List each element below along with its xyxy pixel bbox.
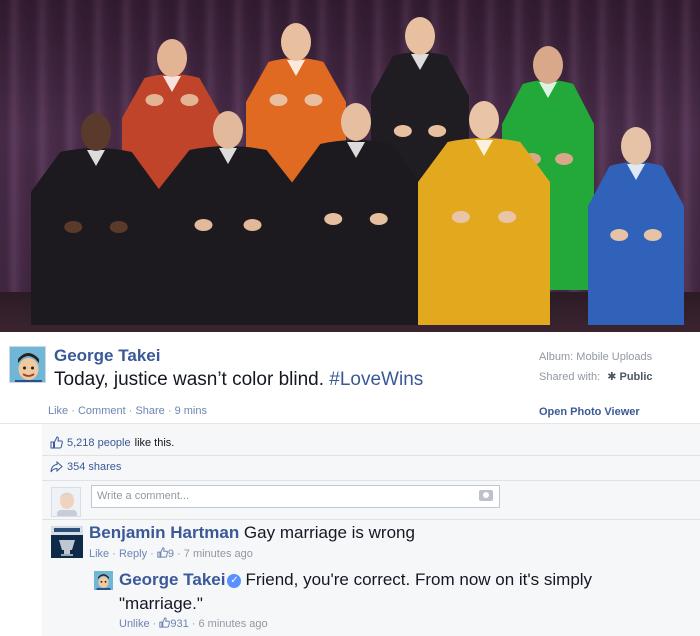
justice-robe <box>588 162 684 325</box>
justice-face <box>533 46 563 84</box>
like-link[interactable]: Like <box>48 405 68 417</box>
comment-reply-link[interactable]: Reply <box>119 548 147 560</box>
shares-row: 354 shares <box>50 461 121 473</box>
justice-hand <box>194 219 213 231</box>
divider <box>42 480 700 481</box>
justice-hand <box>428 125 447 137</box>
justice-robe <box>31 148 161 325</box>
divider <box>42 519 700 520</box>
poster-avatar[interactable] <box>9 346 46 383</box>
reply-unlike-link[interactable]: Unlike <box>119 618 150 630</box>
comment-placeholder: Write a comment... <box>97 490 190 502</box>
post-photo[interactable] <box>0 0 700 332</box>
comment-like-count[interactable]: 9 <box>168 548 174 560</box>
post-meta: Album: Mobile Uploads Shared with: ✱ Pub… <box>539 347 653 387</box>
comment-text: Gay marriage is wrong <box>239 523 415 542</box>
thumbs-up-icon <box>50 436 63 449</box>
team-logo-icon <box>51 526 83 558</box>
likes-count-link[interactable]: 5,218 people <box>67 437 131 449</box>
justice-face <box>281 23 311 61</box>
justice-hand <box>369 213 388 225</box>
reply-like-count[interactable]: 931 <box>170 618 188 630</box>
justice-hand <box>304 94 323 106</box>
divider <box>42 455 700 456</box>
reply-actions: Unlike · 931 · 6 minutes ago <box>119 617 268 630</box>
justice-face <box>157 39 187 77</box>
reply-timestamp[interactable]: 6 minutes ago <box>199 618 268 630</box>
justice-face <box>81 113 111 151</box>
comment-input[interactable]: Write a comment... <box>91 485 500 508</box>
separator-dot: · <box>68 405 78 417</box>
shared-with-label: Shared with: <box>539 371 601 383</box>
gear-icon: ✱ <box>607 371 617 383</box>
poster-name[interactable]: George Takei <box>54 346 160 366</box>
justice-robe <box>291 140 421 325</box>
justice-hand <box>64 221 83 233</box>
justice-hand <box>269 94 288 106</box>
comment-1-actions: Like · Reply · 9 · 7 minutes ago <box>89 547 253 560</box>
user-photo <box>52 488 80 516</box>
justice-hand <box>180 94 199 106</box>
justice-face <box>213 111 243 149</box>
thumbs-up-icon <box>157 547 168 558</box>
justice-robe <box>418 138 550 325</box>
reply-comment: George Takei ✓ Friend, you're correct. Fro… <box>119 568 679 616</box>
comment-link[interactable]: Comment <box>78 405 126 417</box>
justice-hand <box>324 213 343 225</box>
post-timestamp[interactable]: 9 mins <box>175 405 207 417</box>
avatar-cartoon-icon <box>94 571 113 590</box>
thumbs-up-icon <box>159 617 171 628</box>
likes-row: 5,218 people like this. <box>50 436 174 449</box>
justice-face <box>469 101 499 139</box>
commenter-name[interactable]: Benjamin Hartman <box>89 523 239 542</box>
comment-timestamp[interactable]: 7 minutes ago <box>184 548 253 560</box>
album-link[interactable]: Album: Mobile Uploads <box>539 347 653 367</box>
feedback-area: 5,218 people like this. 354 shares Write… <box>42 424 700 636</box>
justice-hand <box>243 219 262 231</box>
justice-hand <box>451 211 470 223</box>
justices-group <box>31 17 684 325</box>
justice-face <box>405 17 435 55</box>
share-arrow-icon <box>50 461 63 473</box>
camera-icon[interactable] <box>479 490 493 501</box>
justice-hand <box>643 229 662 241</box>
reply-author-name[interactable]: George Takei <box>119 570 225 589</box>
justice-hand <box>555 153 574 165</box>
post-header: George Takei Today, justice wasn’t color… <box>0 332 700 424</box>
justice-face <box>621 127 651 165</box>
comment-1: Benjamin Hartman Gay marriage is wrong <box>89 523 415 543</box>
post-actions: Like · Comment · Share · 9 mins <box>48 405 207 417</box>
justice-face <box>341 103 371 141</box>
likes-text: like this. <box>134 436 175 449</box>
justice-robe <box>158 146 298 325</box>
post-text-body: Today, justice wasn’t color blind. <box>54 369 330 390</box>
post-text: Today, justice wasn’t color blind. #Love… <box>54 369 423 391</box>
reply-avatar[interactable] <box>94 571 113 590</box>
justice-hand <box>610 229 629 241</box>
justice-hand <box>393 125 412 137</box>
avatar-cartoon-icon <box>10 347 45 382</box>
audience-value[interactable]: Public <box>620 371 653 383</box>
justice-hand <box>109 221 128 233</box>
hashtag-link[interactable]: #LoveWins <box>329 369 423 390</box>
current-user-avatar[interactable] <box>51 487 81 517</box>
verified-badge-icon: ✓ <box>227 574 242 588</box>
justice-hand <box>498 211 517 223</box>
shares-count-link[interactable]: 354 shares <box>67 461 121 473</box>
commenter-avatar[interactable] <box>51 526 83 558</box>
share-link[interactable]: Share <box>135 405 164 417</box>
separator-dot: · <box>164 405 175 417</box>
comment-like-link[interactable]: Like <box>89 548 109 560</box>
open-photo-viewer-link[interactable]: Open Photo Viewer <box>539 406 640 418</box>
audience-line: Shared with: ✱ Public <box>539 367 653 387</box>
justice-hand <box>145 94 164 106</box>
separator-dot: · <box>125 405 136 417</box>
